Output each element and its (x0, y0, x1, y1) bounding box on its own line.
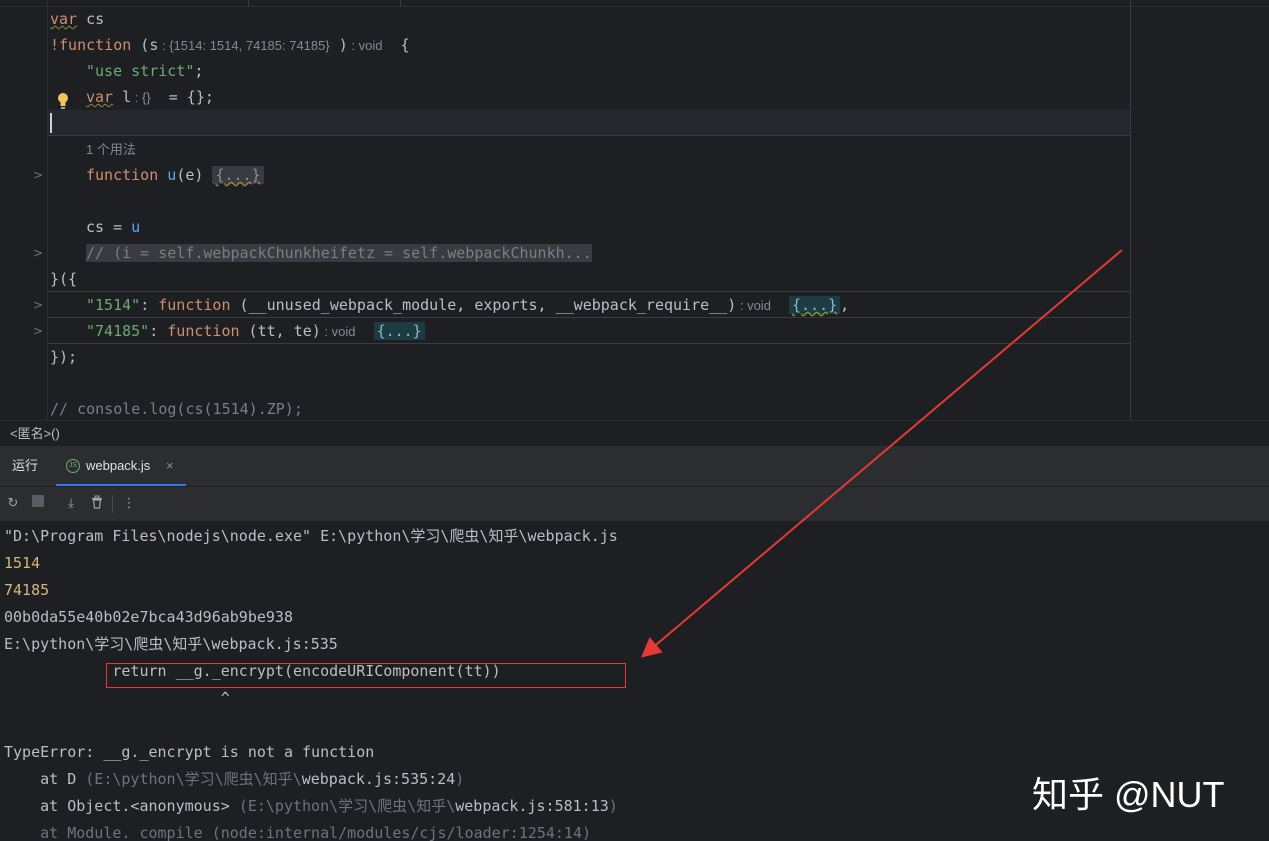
code-line-9: }({ (50, 270, 78, 288)
error-highlight-box (106, 663, 626, 688)
gutter-divider (47, 0, 48, 420)
editor-tab-strip (0, 0, 1269, 7)
text-caret (50, 113, 52, 133)
scroll-to-end-icon[interactable]: ⤓ (62, 495, 80, 513)
fold-chevron-icon[interactable]: > (33, 162, 43, 188)
fold-chevron-icon[interactable]: > (33, 318, 43, 344)
error-caret: ^ (4, 689, 230, 707)
var-type-hint: : {} (131, 90, 151, 105)
more-options-icon[interactable]: ⋮ (120, 495, 138, 513)
right-margin-guide (1130, 0, 1131, 420)
code-line-14: // console.log(cs(1514).ZP); (50, 400, 303, 418)
stack-frame: at Module._compile (node:internal/module… (4, 824, 591, 841)
error-location[interactable]: E:\python\学习\爬虫\知乎\webpack.js:535 (4, 631, 338, 658)
watermark: 知乎 @NUT (1032, 774, 1225, 815)
run-panel-header: 运行 JS webpack.js × (0, 446, 1269, 487)
console-output-line: 74185 (4, 581, 50, 599)
fold-chevron-icon[interactable]: > (33, 292, 43, 318)
code-line-4: var l : {} = {}; (86, 88, 214, 106)
code-line-1: var cs (50, 10, 105, 28)
stack-frame-link[interactable]: webpack.js:581:13 (455, 797, 609, 815)
console-command-line: "D:\Program Files\nodejs\node.exe" E:\py… (4, 527, 618, 545)
stack-frame: at D (E:\python\学习\爬虫\知乎\webpack.js:535:… (4, 770, 465, 788)
folded-region[interactable]: {...} (788, 296, 841, 314)
folded-region[interactable]: {...} (373, 322, 425, 340)
param-type-hint: : {1514: 1514, 74185: 74185} (158, 38, 330, 53)
fold-chevron-icon[interactable]: > (33, 240, 43, 266)
close-icon[interactable]: × (166, 446, 174, 486)
return-type-hint: : void (736, 298, 771, 313)
code-line-10: "1514": function (__unused_webpack_modul… (86, 296, 850, 314)
folded-comment[interactable]: // (i = self.webpackChunkheifetz = self.… (86, 244, 592, 262)
current-line-highlight (48, 110, 1130, 136)
row-separator (48, 343, 1130, 344)
console-output-line: 1514 (4, 554, 41, 572)
code-line-2: !function (s : {1514: 1514, 74185: 74185… (50, 36, 410, 54)
rerun-icon[interactable]: ↻ (4, 495, 22, 513)
run-panel-title: 运行 (12, 458, 39, 473)
console-output-line: 00b0da55e40b02e7bca43d96ab9be938 (4, 608, 293, 626)
js-file-icon: JS (66, 459, 80, 473)
stack-frame-link[interactable]: webpack.js:535:24 (302, 770, 456, 788)
code-line-11: "74185": function (tt, te) : void {...} (50, 318, 425, 344)
folded-region[interactable]: {...} (212, 166, 264, 184)
code-line-6: function u(e) {...} (50, 162, 264, 188)
toolbar-divider (112, 495, 113, 513)
clear-trash-icon[interactable] (88, 495, 106, 513)
breadcrumb[interactable]: <匿名>() (0, 420, 1269, 446)
return-type-hint: : void (347, 38, 383, 53)
usage-count-hint[interactable]: 1 个用法 (86, 140, 136, 160)
stop-icon[interactable] (29, 495, 47, 513)
return-type-hint: : void (320, 324, 356, 339)
code-line-7: cs = u (86, 218, 141, 236)
stack-frame: at Object.<anonymous> (E:\python\学习\爬虫\知… (4, 797, 618, 815)
tab-webpack-js[interactable]: JS webpack.js × (56, 446, 186, 486)
tab-label: webpack.js (86, 458, 151, 473)
code-line-3: "use strict"; (86, 62, 204, 80)
code-editor[interactable]: var cs !function (s : {1514: 1514, 74185… (0, 0, 1269, 420)
code-line-12: }); (50, 348, 78, 366)
code-line-8: // (i = self.webpackChunkheifetz = self.… (50, 240, 592, 266)
run-toolbar: ↻ ⤓ ⋮ (0, 487, 1269, 521)
error-message: TypeError: __g._encrypt is not a functio… (4, 743, 375, 761)
